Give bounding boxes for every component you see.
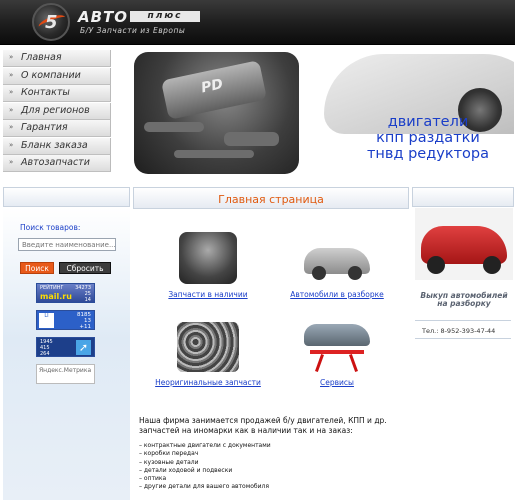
lift-leg <box>315 354 324 372</box>
lift-image <box>302 316 372 376</box>
car-wheel <box>312 266 326 280</box>
banner-slogan: двигатели кпп раздатки тнвд редуктора <box>343 114 513 162</box>
banner-line-2: кпп раздатки <box>376 130 480 146</box>
banner-engine-image: PD <box>134 52 299 174</box>
brand-plus: плюс <box>130 11 200 22</box>
engine-pipe <box>144 122 204 132</box>
brand-name: АВТО <box>78 8 129 26</box>
nav-item-label: О компании <box>21 69 81 81</box>
parts-mini-image <box>177 322 239 372</box>
right-sidebar-header <box>412 187 514 207</box>
logo-emblem[interactable]: 5 <box>32 3 70 41</box>
nav-item-label: Главная <box>21 52 62 63</box>
engine-pipe <box>174 150 254 158</box>
divider <box>415 320 511 321</box>
nav-item-about[interactable]: » О компании <box>3 67 111 85</box>
tile-caption-link[interactable]: Сервисы <box>277 378 397 387</box>
site-header: 5 АВТО плюс Б/У Запчасти из Европы <box>0 0 515 45</box>
counter-value: +11 <box>79 324 91 330</box>
list-item: – детали ходовой и подвески <box>139 466 233 474</box>
nav-item-regions[interactable]: » Для регионов <box>3 102 111 120</box>
nav-item-contacts[interactable]: » Контакты <box>3 85 111 102</box>
nav-item-autoparts[interactable]: » Автозапчасти <box>3 155 111 172</box>
engine-cover: PD <box>160 60 268 120</box>
nav-item-label: Контакты <box>21 87 70 98</box>
car-buyout-promo[interactable]: Выкуп автомобилей на разборку <box>415 292 513 308</box>
car-wheel <box>427 256 445 274</box>
main-nav: » Главная » О компании » Контакты » Для реги… <box>3 50 111 178</box>
car-wheel <box>483 256 501 274</box>
lift-car <box>304 324 370 346</box>
list-item: – контрактные двигатели с документами <box>139 442 271 449</box>
nav-bullet-icon: » <box>9 158 14 166</box>
banner-line-3: тнвд редуктора <box>366 146 489 162</box>
mailru-logo: mail.ru <box>40 292 72 301</box>
search-label: Поиск товаров: <box>20 223 81 232</box>
tile-caption-link[interactable]: Запчасти в наличии <box>148 290 268 299</box>
nav-item-order-form[interactable]: » Бланк заказа <box>3 137 111 155</box>
nav-item-warranty[interactable]: » Гарантия <box>3 120 111 137</box>
nav-bullet-icon: » <box>9 53 14 61</box>
lift-platform <box>310 350 364 354</box>
car-mini-image <box>304 248 370 280</box>
liveinternet-counter[interactable]: LI 8185 13 +11 <box>36 310 95 330</box>
car-image <box>302 228 372 288</box>
phone-number: Тел.: 8-952-393-47-44 <box>422 327 496 335</box>
liveinternet-icon: LI <box>39 313 54 328</box>
tile-services[interactable]: Сервисы <box>277 316 397 387</box>
search-button[interactable]: Поиск <box>20 262 54 274</box>
engine-badge: PD <box>199 76 225 97</box>
hotlog-counter[interactable]: 1945 415 264 ➚ <box>36 337 95 357</box>
tile-caption-link[interactable]: Автомобили в разборке <box>277 290 397 299</box>
counter-value: 14 <box>84 297 91 303</box>
nav-bullet-icon: » <box>9 88 14 96</box>
services-list: – контрактные двигатели с документами – … <box>139 442 404 492</box>
search-input[interactable] <box>18 238 116 251</box>
banner-line-1: двигатели <box>387 114 469 130</box>
arrow-icon: ➚ <box>76 340 91 355</box>
nav-bullet-icon: » <box>9 105 14 114</box>
nav-item-label: Гарантия <box>21 122 68 133</box>
engine-mini-image <box>179 232 237 284</box>
engine-parts-image <box>173 228 243 288</box>
nav-item-label: Бланк заказа <box>21 139 88 151</box>
liveinternet-counter-values: 8185 13 +11 <box>77 312 91 330</box>
nav-item-label: Для регионов <box>21 104 90 116</box>
list-item: – другие детали для вашего автомобиля <box>139 483 269 491</box>
list-item: – коробки передач <box>139 450 199 458</box>
logo-number: 5 <box>45 12 58 33</box>
tile-non-original-parts[interactable]: Неоригинальные запчасти <box>148 316 268 387</box>
mailru-counter-values: 34273 25 14 <box>75 285 91 303</box>
engine-pipe <box>224 132 279 146</box>
nav-bullet-icon: » <box>9 123 14 131</box>
list-item: – кузовные детали <box>139 458 199 466</box>
reset-button[interactable]: Сбросить <box>59 262 111 274</box>
brand-tagline: Б/У Запчасти из Европы <box>80 26 186 35</box>
nav-item-home[interactable]: » Главная <box>3 50 111 67</box>
yandex-metrika-counter[interactable]: Яндекс.Метрика <box>36 364 95 384</box>
lift-leg <box>349 354 358 372</box>
parts-image <box>173 316 243 376</box>
left-sidebar-header <box>3 187 130 207</box>
nav-bullet-icon: » <box>9 140 14 149</box>
hero-banner: PD двигатели кпп раздатки тнвд редуктора <box>128 48 514 180</box>
tile-parts-in-stock[interactable]: Запчасти в наличии <box>148 228 268 299</box>
counter-value: 264 <box>40 351 50 357</box>
list-item: – оптика <box>139 475 167 483</box>
mailru-counter-top: РЕЙТИНГ <box>40 285 64 291</box>
about-text: Наша фирма занимается продажей б/у двига… <box>139 416 387 435</box>
wrecked-car-image[interactable] <box>415 208 513 280</box>
nav-item-label: Автозапчасти <box>21 157 90 168</box>
tile-caption-link[interactable]: Неоригинальные запчасти <box>148 378 268 387</box>
tile-cars-dismantling[interactable]: Автомобили в разборке <box>277 228 397 299</box>
mailru-counter[interactable]: РЕЙТИНГ mail.ru 34273 25 14 <box>36 283 95 303</box>
car-wheel <box>348 266 362 280</box>
page-title: Главная страница <box>218 193 324 206</box>
divider <box>415 338 511 339</box>
nav-bullet-icon: » <box>9 70 14 79</box>
main-header: Главная страница <box>133 187 409 209</box>
hotlog-counter-values: 1945 415 264 <box>40 339 53 357</box>
